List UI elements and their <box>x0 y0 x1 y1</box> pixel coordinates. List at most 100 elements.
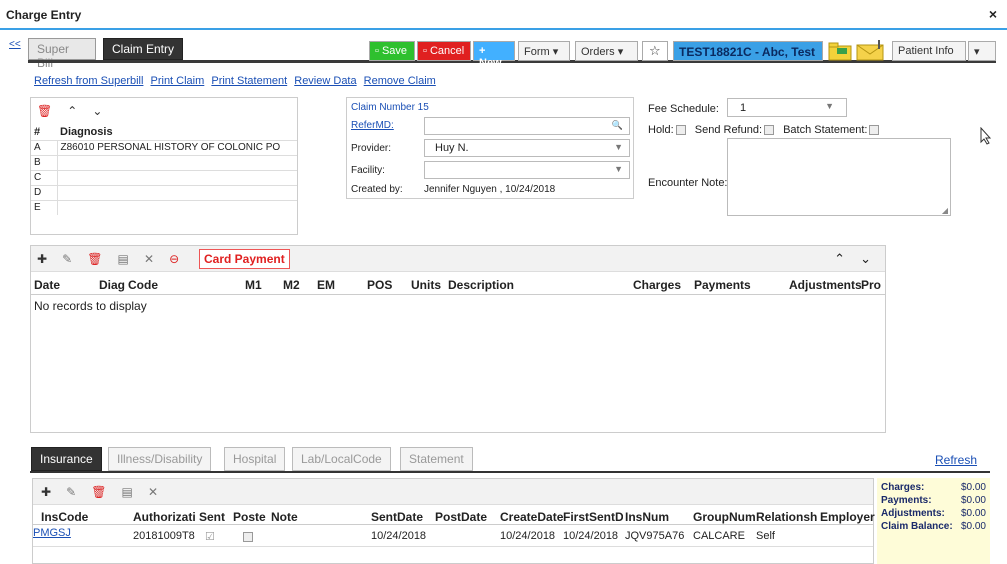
col-header[interactable]: Sent <box>199 510 225 524</box>
table-row[interactable]: PMGSJ 20181009T8 ☑ 10/24/2018 10/24/2018… <box>33 527 873 547</box>
save-button[interactable]: ▫ Save <box>369 41 415 61</box>
close-icon[interactable]: × <box>989 6 997 22</box>
col-header[interactable]: Description <box>448 278 514 292</box>
table-row[interactable]: D <box>31 184 297 200</box>
delete-icon[interactable]: 🗑 <box>87 252 102 266</box>
hold-checkbox[interactable] <box>675 125 686 136</box>
col-header[interactable]: Charges <box>633 278 681 292</box>
tab-hospital[interactable]: Hospital <box>224 447 286 471</box>
more-dropdown[interactable]: ▾ <box>968 41 996 61</box>
col-header[interactable]: FirstSentDa <box>563 510 623 524</box>
posted-checkbox[interactable] <box>243 532 253 542</box>
col-header[interactable]: POS <box>367 278 392 292</box>
col-header[interactable]: Code <box>128 278 158 292</box>
col-header[interactable]: Adjustments <box>789 278 862 292</box>
delete-icon[interactable]: 🗑 <box>37 104 52 118</box>
row-letter: A <box>31 139 58 155</box>
col-header[interactable]: SentDate <box>371 510 423 524</box>
diagnosis-cell[interactable]: Z86010 PERSONAL HISTORY OF COLONIC PO <box>57 139 297 155</box>
add-icon[interactable]: ✚ <box>41 485 51 499</box>
facility-select[interactable]: ▼ <box>424 161 630 179</box>
totals-panel: Charges: $0.00 Payments: $0.00 Adjustmen… <box>877 478 990 564</box>
remove-claim-link[interactable]: Remove Claim <box>364 75 436 87</box>
batch-statement-checkbox[interactable] <box>869 125 880 136</box>
card-payment-button[interactable]: Card Payment <box>199 249 290 269</box>
diagnosis-cell[interactable] <box>57 169 297 185</box>
diagnosis-cell[interactable] <box>57 199 297 215</box>
col-header[interactable]: InsNum <box>625 510 669 524</box>
save-icon[interactable]: ▤ <box>122 485 133 499</box>
patient-badge[interactable]: TEST18821C - Abc, Test <box>673 41 823 61</box>
folder-icon[interactable] <box>828 41 852 61</box>
col-header[interactable]: Units <box>411 278 441 292</box>
mail-icon[interactable] <box>856 39 886 61</box>
resize-handle-icon[interactable]: ◢ <box>942 206 948 215</box>
tab-statement[interactable]: Statement <box>400 447 473 471</box>
delete-icon[interactable]: 🗑 <box>91 485 106 499</box>
col-header[interactable]: GroupNum <box>693 510 756 524</box>
col-header[interactable]: EM <box>317 278 335 292</box>
col-header[interactable]: M2 <box>283 278 300 292</box>
table-row[interactable]: A Z86010 PERSONAL HISTORY OF COLONIC PO <box>31 139 297 155</box>
provider-select[interactable]: Huy N. ▼ <box>424 139 630 157</box>
search-icon[interactable]: 🔍 <box>612 120 623 131</box>
favorite-star-icon[interactable]: ☆ <box>642 41 668 61</box>
patient-info-button[interactable]: Patient Info <box>892 41 966 61</box>
edit-icon[interactable]: ✎ <box>62 252 72 266</box>
table-row[interactable]: E <box>31 199 297 215</box>
provider-label: Provider: <box>351 143 392 154</box>
refer-md-link[interactable]: ReferMD: <box>351 120 394 131</box>
tab-insurance[interactable]: Insurance <box>31 447 102 471</box>
col-header[interactable]: Authorizati <box>133 510 199 524</box>
chevron-up-icon[interactable]: ⌃ <box>834 251 845 267</box>
refresh-link[interactable]: Refresh <box>935 453 977 467</box>
col-header[interactable]: Employer <box>820 510 875 524</box>
void-icon[interactable]: ⊖ <box>169 252 179 266</box>
sentdate-cell: 10/24/2018 <box>371 530 427 542</box>
col-header[interactable]: Poste <box>233 510 269 524</box>
diagnosis-cell[interactable] <box>57 184 297 200</box>
send-refund-checkbox[interactable] <box>764 125 775 136</box>
col-header[interactable]: InsCode <box>41 510 88 524</box>
sent-checkbox[interactable]: ☑ <box>205 530 215 543</box>
col-header[interactable]: PostDate <box>435 510 487 524</box>
action-links: Refresh from Superbill Print Claim Print… <box>34 75 440 87</box>
adjustments-total-label: Adjustments: <box>881 508 945 519</box>
tab-super-bill[interactable]: Super Bill <box>28 38 96 70</box>
col-header[interactable]: Diag <box>99 278 125 292</box>
orders-dropdown[interactable]: Orders ▾ <box>575 41 638 61</box>
tab-claim-entry[interactable]: Claim Entry <box>103 38 183 60</box>
tab-illness-disability[interactable]: Illness/Disability <box>108 447 212 471</box>
col-header[interactable]: Pro <box>861 278 881 292</box>
col-header[interactable]: CreateDate <box>500 510 563 524</box>
diagnosis-cell[interactable] <box>57 154 297 170</box>
save-icon[interactable]: ▤ <box>118 252 129 266</box>
close-icon[interactable]: ✕ <box>148 485 158 499</box>
refer-md-input[interactable]: 🔍 <box>424 117 630 135</box>
form-dropdown[interactable]: Form ▾ <box>518 41 570 61</box>
col-header[interactable]: Payments <box>694 278 751 292</box>
edit-icon[interactable]: ✎ <box>66 485 76 499</box>
fee-schedule-select[interactable]: 1 ▼ <box>727 98 847 117</box>
col-header[interactable]: Date <box>34 278 60 292</box>
col-header[interactable]: M1 <box>245 278 262 292</box>
table-row[interactable]: B <box>31 154 297 170</box>
add-icon[interactable]: ✚ <box>37 252 47 266</box>
new-button[interactable]: + New <box>473 41 515 69</box>
table-row[interactable]: C <box>31 169 297 185</box>
cancel-button[interactable]: ▫ Cancel <box>417 41 471 61</box>
col-header[interactable]: Note <box>271 510 298 524</box>
tab-lab-localcode[interactable]: Lab/LocalCode <box>292 447 391 471</box>
refresh-superbill-link[interactable]: Refresh from Superbill <box>34 75 143 87</box>
close-icon[interactable]: ✕ <box>144 252 154 266</box>
chevron-up-icon[interactable]: ⌃ <box>67 104 77 118</box>
chevron-down-icon[interactable]: ⌄ <box>860 251 871 267</box>
print-statement-link[interactable]: Print Statement <box>211 75 287 87</box>
col-header[interactable]: Relationshi <box>756 510 818 524</box>
print-claim-link[interactable]: Print Claim <box>151 75 205 87</box>
chevron-down-icon[interactable]: ⌄ <box>92 104 102 118</box>
collapse-link[interactable]: << <box>9 39 21 50</box>
encounter-note-textarea[interactable]: ◢ <box>727 138 951 216</box>
review-data-link[interactable]: Review Data <box>294 75 356 87</box>
inscode-link[interactable]: PMGSJ <box>33 527 71 539</box>
